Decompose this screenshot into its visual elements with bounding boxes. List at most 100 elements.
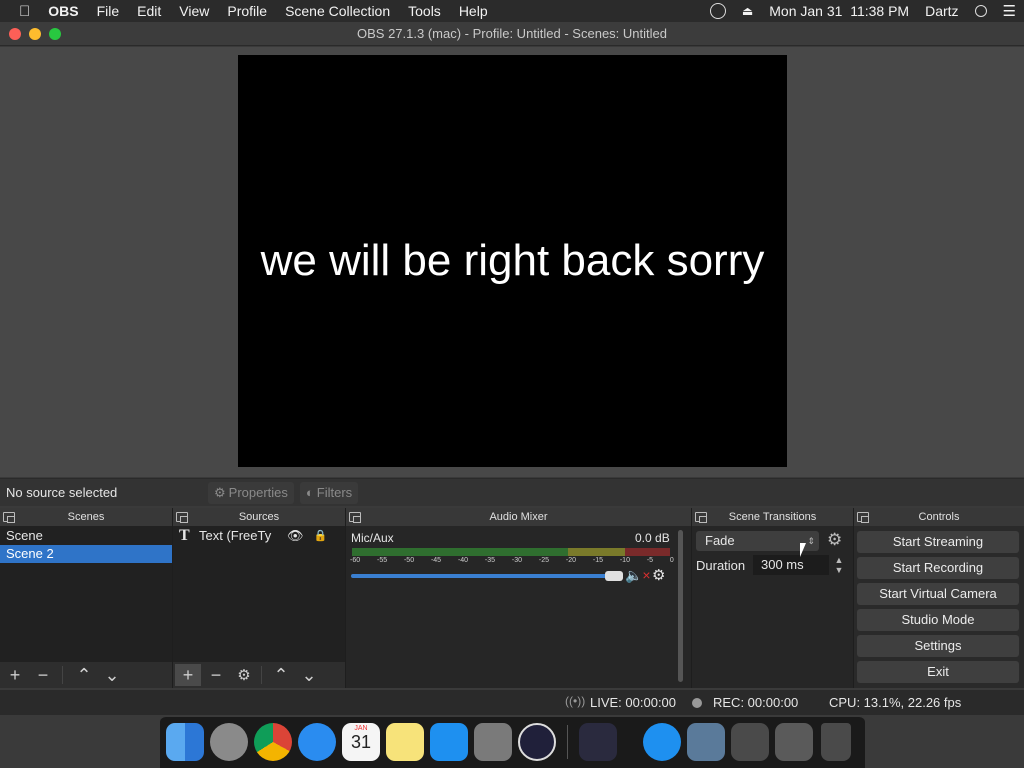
scenes-dock-title: Scenes	[0, 508, 172, 526]
zoom-window-button[interactable]	[49, 28, 61, 40]
visibility-eye-icon[interactable]: 👁	[287, 527, 304, 545]
calendar-icon[interactable]: JAN 31	[342, 723, 380, 761]
notes-icon[interactable]	[386, 723, 424, 761]
preview-text-source[interactable]: we will be right back sorry	[261, 236, 765, 286]
start-streaming-button[interactable]: Start Streaming	[857, 531, 1019, 553]
downloads-stack-icon[interactable]	[775, 723, 813, 761]
filters-button[interactable]: ◐ Filters	[299, 481, 359, 504]
system-preferences-icon[interactable]	[474, 723, 512, 761]
move-up-icon[interactable]: ⌃	[268, 664, 294, 686]
remove-source-icon[interactable]: −	[203, 664, 229, 686]
meter-tick: -55	[376, 557, 388, 564]
studio-mode-button[interactable]: Studio Mode	[857, 609, 1019, 631]
meter-tick: -5	[646, 557, 654, 564]
add-source-icon[interactable]: +	[175, 664, 201, 686]
menu-user[interactable]: Dartz	[925, 3, 958, 19]
remove-scene-icon[interactable]: −	[30, 664, 56, 686]
scene-item[interactable]: Scene	[0, 527, 172, 545]
minimize-window-button[interactable]	[29, 28, 41, 40]
menu-scene-collection[interactable]: Scene Collection	[276, 3, 399, 19]
audio-mixer-dock: Audio Mixer Mic/Aux 0.0 dB -60 -55 -50 -…	[346, 508, 692, 688]
live-broadcast-icon: ((•))	[565, 694, 586, 708]
obs-app-icon[interactable]	[518, 723, 556, 761]
filter-icon: ◐	[305, 485, 314, 500]
menu-view[interactable]: View	[170, 3, 218, 19]
gear-icon: ⚙	[214, 484, 226, 500]
undock-icon[interactable]	[857, 512, 869, 523]
trash-icon[interactable]	[821, 723, 851, 761]
scenes-dock: Scenes Scene Scene 2 + − ⌃ ⌄	[0, 508, 173, 688]
controls-title: Controls	[918, 511, 960, 523]
safari-icon[interactable]	[298, 723, 336, 761]
start-virtual-camera-button[interactable]: Start Virtual Camera	[857, 583, 1019, 605]
menu-profile[interactable]: Profile	[218, 3, 276, 19]
undock-icon[interactable]	[695, 512, 707, 523]
menu-help[interactable]: Help	[450, 3, 497, 19]
source-item[interactable]: T Text (FreeTy 👁 🔒	[173, 527, 345, 545]
mute-speaker-icon[interactable]: 🔈×	[625, 567, 651, 584]
scene-transitions-title: Scene Transitions	[728, 511, 817, 523]
source-item-label: Text (FreeTy	[199, 528, 272, 543]
window-title: OBS 27.1.3 (mac) - Profile: Untitled - S…	[357, 26, 667, 41]
scenes-toolbar: + − ⌃ ⌄	[0, 662, 172, 688]
volume-slider-handle[interactable]	[605, 571, 623, 581]
audio-settings-gear-icon[interactable]: ⚙	[652, 566, 665, 584]
undock-icon[interactable]	[349, 512, 361, 523]
move-up-icon[interactable]: ⌃	[71, 664, 97, 686]
duration-input[interactable]: 300 ms	[753, 555, 829, 575]
scene-item-selected[interactable]: Scene 2	[0, 545, 172, 563]
meter-tick: -15	[592, 557, 603, 564]
eject-icon[interactable]: ⏏	[742, 4, 753, 18]
undock-icon[interactable]	[3, 512, 15, 523]
undock-icon[interactable]	[176, 512, 188, 523]
move-down-icon[interactable]: ⌄	[99, 664, 125, 686]
add-scene-icon[interactable]: +	[2, 664, 28, 686]
scenes-title: Scenes	[67, 511, 105, 523]
transition-select-value: Fade	[705, 533, 735, 548]
rec-dot-icon	[692, 698, 702, 708]
audio-channel: Mic/Aux 0.0 dB -60 -55 -50 -45 -40 -35 -…	[346, 526, 691, 688]
obs-status-icon[interactable]	[709, 3, 726, 19]
video-app-icon[interactable]	[579, 723, 617, 761]
lock-icon[interactable]: 🔒	[314, 527, 328, 545]
duration-stepper[interactable]: ▲ ▼	[831, 555, 847, 577]
preview-canvas[interactable]: we will be right back sorry	[238, 55, 787, 467]
start-recording-button[interactable]: Start Recording	[857, 557, 1019, 579]
move-down-icon[interactable]: ⌄	[296, 664, 322, 686]
meter-tick: -10	[619, 557, 630, 564]
menu-clock[interactable]: Mon Jan 31 11:38 PM	[769, 3, 909, 19]
mixer-scrollbar[interactable]	[678, 530, 683, 682]
menu-app-name[interactable]: OBS	[39, 3, 87, 19]
close-window-button[interactable]	[9, 28, 21, 40]
screenshot-stack-icon[interactable]	[731, 723, 769, 761]
exit-button[interactable]: Exit	[857, 661, 1019, 683]
volume-meter	[352, 548, 670, 556]
menu-edit[interactable]: Edit	[128, 3, 170, 19]
spotlight-search-icon[interactable]	[974, 5, 987, 17]
source-properties-gear-icon[interactable]: ⚙	[231, 664, 257, 686]
duration-label: Duration	[696, 558, 746, 573]
cpu-status: CPU: 13.1%, 22.26 fps	[829, 695, 962, 710]
audio-mixer-dock-title: Audio Mixer	[346, 508, 691, 526]
chrome-icon[interactable]	[254, 723, 292, 761]
document-folder-icon[interactable]	[687, 723, 725, 761]
apple-icon[interactable]: 	[10, 3, 39, 20]
menu-file[interactable]: File	[88, 3, 129, 19]
meter-ticks: -60 -55 -50 -45 -40 -35 -30 -25 -20 -15 …	[350, 557, 674, 564]
menu-tools[interactable]: Tools	[399, 3, 450, 19]
volume-slider[interactable]	[351, 571, 623, 581]
meter-tick: -40	[457, 557, 469, 564]
finder-icon[interactable]	[166, 723, 204, 761]
mouse-cursor	[800, 543, 814, 557]
launchpad-icon[interactable]	[210, 723, 248, 761]
notification-center-icon[interactable]: ☰	[1003, 2, 1016, 20]
app-store-download-icon[interactable]	[643, 723, 681, 761]
scene-transitions-dock-title: Scene Transitions	[692, 508, 853, 526]
transition-settings-gear-icon[interactable]: ⚙	[827, 530, 842, 550]
context-status-text: No source selected	[6, 485, 118, 500]
settings-button[interactable]: Settings	[857, 635, 1019, 657]
properties-button[interactable]: ⚙ Properties	[208, 481, 294, 504]
status-bar: ((•)) LIVE: 00:00:00 REC: 00:00:00 CPU: …	[0, 690, 1024, 715]
app-store-icon[interactable]	[430, 723, 468, 761]
meter-tick: -25	[538, 557, 550, 564]
